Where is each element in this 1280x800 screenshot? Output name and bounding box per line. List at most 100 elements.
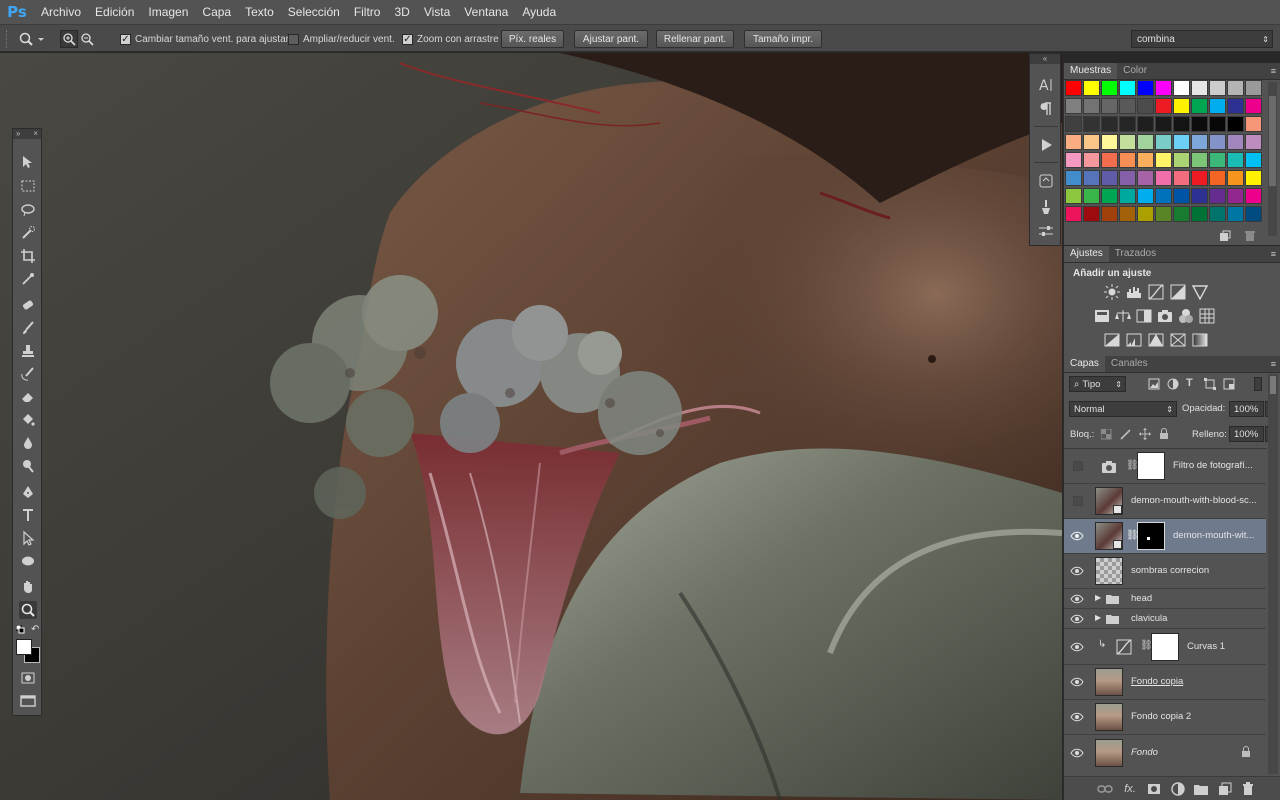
black-white-icon[interactable] [1136,308,1152,324]
resize-windows-checkbox[interactable]: ✓ Cambiar tamaño vent. para ajustar [120,29,289,49]
healing-brush-tool-icon[interactable] [19,296,37,314]
swatch[interactable] [1209,170,1226,186]
panel-menu-icon[interactable]: ≡ [1271,359,1276,369]
eye-icon[interactable] [1070,675,1084,689]
layer-group-row[interactable]: ▶ head [1064,589,1266,609]
swatch[interactable] [1101,134,1118,150]
swatch[interactable] [1227,152,1244,168]
tab-muestras[interactable]: Muestras [1064,63,1118,79]
swatch[interactable] [1065,80,1082,96]
swatch[interactable] [1083,206,1100,222]
filter-smart-object-icon[interactable] [1223,378,1235,390]
scroll-thumb[interactable] [1269,96,1276,186]
layer-name[interactable]: Fondo copia [1131,676,1183,687]
new-layer-icon[interactable] [1217,781,1233,797]
layer-name[interactable]: clavicula [1131,613,1167,624]
swatch[interactable] [1101,188,1118,204]
layer-group-row[interactable]: ▶ clavicula [1064,609,1266,629]
marquee-tool-icon[interactable] [19,177,37,195]
eye-icon[interactable] [1070,612,1084,626]
opacity-input[interactable]: 100% [1229,401,1264,417]
paragraph-panel-icon[interactable] [1037,100,1055,118]
swatch[interactable] [1137,170,1154,186]
layer-row[interactable]: ↳ ⛓ Curvas 1 [1064,629,1266,665]
foreground-color-swatch[interactable] [16,639,32,655]
zoom-tool-preset[interactable] [18,29,44,49]
eyedropper-tool-icon[interactable] [19,270,37,288]
layer-name[interactable]: demon-mouth-with-blood-sc... [1131,495,1257,506]
filter-adjustment-icon[interactable] [1167,378,1179,390]
panel-menu-icon[interactable]: ≡ [1271,66,1276,76]
levels-icon[interactable] [1126,284,1142,300]
eye-icon[interactable] [1070,592,1084,606]
menu-imagen[interactable]: Imagen [141,0,195,24]
swatch[interactable] [1119,188,1136,204]
invert-icon[interactable] [1104,332,1120,348]
add-mask-icon[interactable] [1146,781,1162,797]
filter-pixel-icon[interactable] [1148,378,1160,390]
swatch[interactable] [1119,152,1136,168]
swatch[interactable] [1227,98,1244,114]
menu-capa[interactable]: Capa [195,0,238,24]
expand-arrow-icon[interactable]: ▶ [1095,613,1101,622]
visibility-toggle-off[interactable] [1073,461,1083,471]
layer-thumbnail[interactable] [1095,668,1123,696]
swatch[interactable] [1155,80,1172,96]
crop-tool-icon[interactable] [19,247,37,265]
filter-type-icon[interactable]: T [1186,377,1193,389]
swatch[interactable] [1137,80,1154,96]
path-selection-tool-icon[interactable] [19,529,37,547]
swatch[interactable] [1173,80,1190,96]
layer-mask-thumbnail[interactable] [1151,633,1179,661]
layer-mask-thumbnail[interactable] [1137,452,1165,480]
delete-layer-icon[interactable] [1240,781,1256,797]
layer-thumbnail[interactable] [1095,522,1123,550]
exposure-icon[interactable] [1170,284,1186,300]
swatch[interactable] [1227,188,1244,204]
options-grip[interactable] [6,30,8,48]
eye-icon[interactable] [1070,640,1084,654]
fill-input[interactable]: 100% [1229,426,1264,442]
swatch[interactable] [1137,98,1154,114]
layer-filter-select[interactable]: ⌕ Tipo ⇕ [1069,376,1126,392]
expand-arrow-icon[interactable]: ▶ [1095,593,1101,602]
menu-seleccion[interactable]: Selección [281,0,347,24]
document-canvas[interactable] [0,53,1062,800]
visibility-toggle-off[interactable] [1073,496,1083,506]
swatch[interactable] [1173,188,1190,204]
swatch[interactable] [1065,152,1082,168]
swatch[interactable] [1245,116,1262,132]
swatch[interactable] [1155,134,1172,150]
swatch[interactable] [1227,206,1244,222]
swatch[interactable] [1119,98,1136,114]
threshold-icon[interactable] [1148,332,1164,348]
type-tool-icon[interactable] [19,506,37,524]
scroll-thumb[interactable] [1270,376,1276,394]
swatch[interactable] [1209,98,1226,114]
layer-thumbnail[interactable] [1095,703,1123,731]
curves-icon[interactable] [1148,284,1164,300]
swatch[interactable] [1209,206,1226,222]
layer-name[interactable]: Fondo [1131,747,1158,758]
posterize-icon[interactable] [1126,332,1142,348]
quick-mask-icon[interactable] [19,669,37,687]
swatch[interactable] [1083,188,1100,204]
swatch[interactable] [1155,188,1172,204]
swatch[interactable] [1173,170,1190,186]
close-icon[interactable]: × [33,129,38,139]
dodge-tool-icon[interactable] [19,457,37,475]
swatch[interactable] [1173,134,1190,150]
swatch[interactable] [1245,152,1262,168]
lasso-tool-icon[interactable] [19,201,37,219]
layer-name[interactable]: Fondo copia 2 [1131,711,1191,722]
swatch[interactable] [1101,152,1118,168]
layer-row[interactable]: ⛓ demon-mouth-wit... [1064,519,1266,554]
swatch[interactable] [1119,206,1136,222]
swatch[interactable] [1083,170,1100,186]
swatch[interactable] [1155,98,1172,114]
swatch[interactable] [1191,80,1208,96]
new-adjustment-layer-icon[interactable] [1170,781,1186,797]
swatch[interactable] [1155,206,1172,222]
tab-ajustes[interactable]: Ajustes [1064,246,1109,262]
panel-menu-icon[interactable]: ≡ [1271,249,1276,259]
